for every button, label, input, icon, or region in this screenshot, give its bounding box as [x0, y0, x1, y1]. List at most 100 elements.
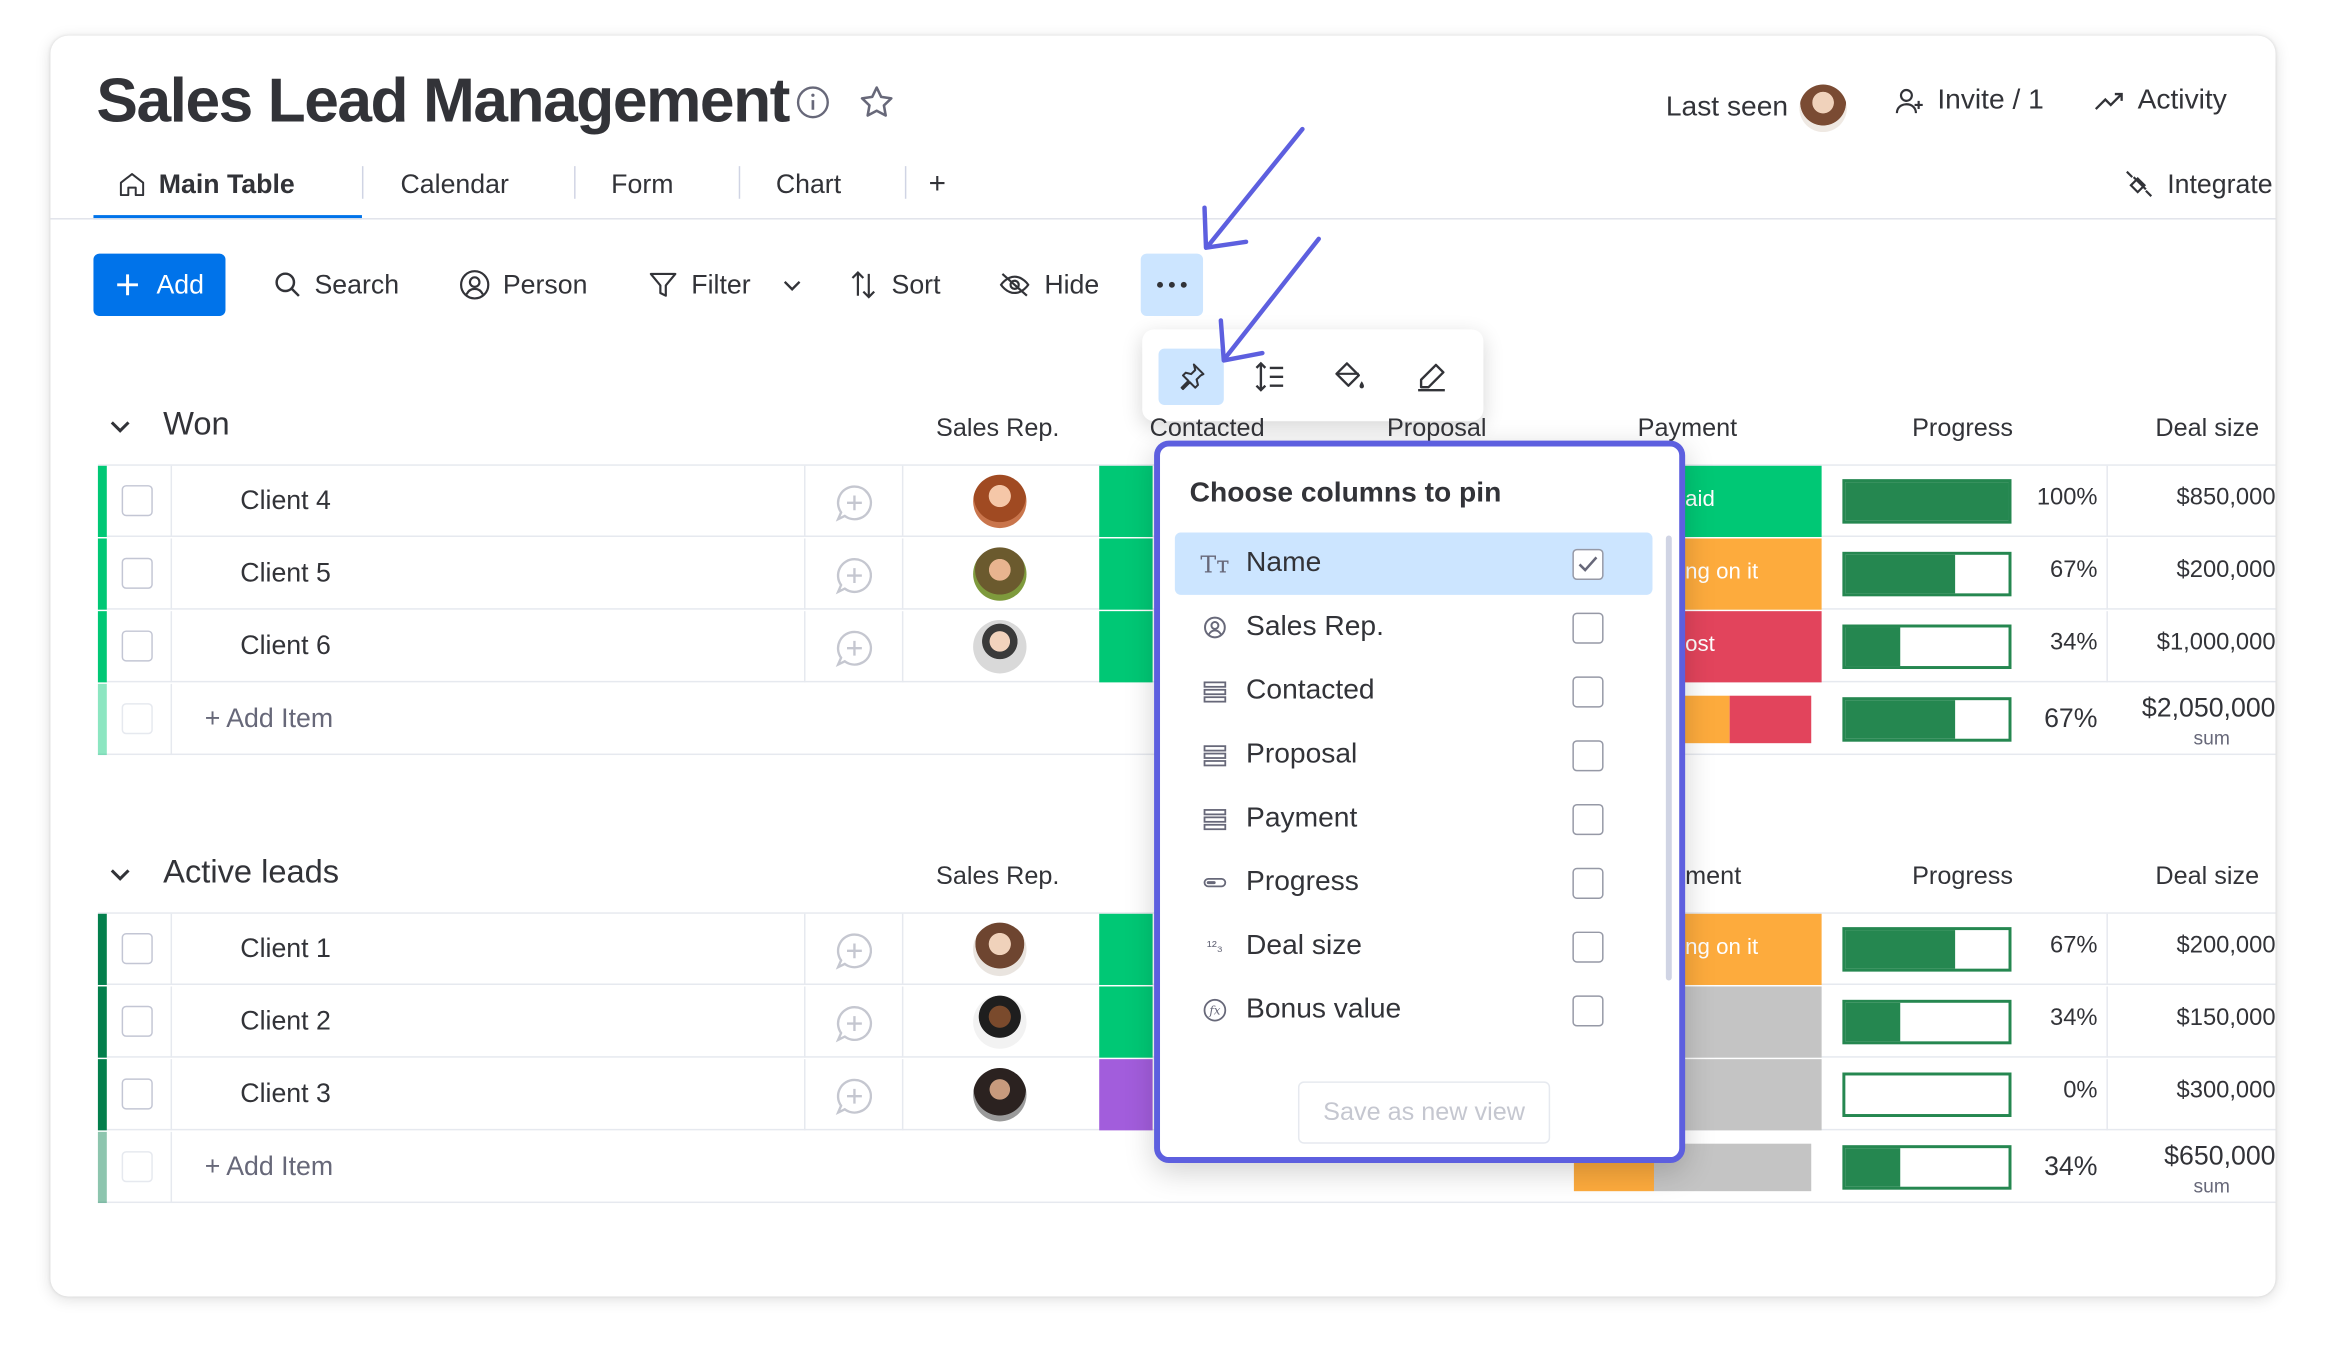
tab-main-table[interactable]: Main Table: [117, 148, 295, 219]
column-header-sales-rep[interactable]: Sales Rep.: [936, 414, 1059, 444]
row-checkbox[interactable]: [121, 1078, 153, 1110]
item-name[interactable]: Client 6: [240, 630, 331, 661]
person-filter-button[interactable]: Person: [458, 254, 587, 316]
search-button[interactable]: Search: [273, 254, 399, 316]
payment-status[interactable]: ng on it: [1682, 913, 1822, 985]
add-update-icon[interactable]: [835, 1077, 874, 1116]
item-name[interactable]: Client 3: [240, 1078, 331, 1109]
tab-chart[interactable]: Chart: [776, 148, 841, 219]
contacted-status[interactable]: [1099, 538, 1153, 610]
add-item-input[interactable]: + Add Item: [205, 1151, 333, 1182]
more-options-button[interactable]: [1140, 253, 1204, 316]
star-icon[interactable]: [857, 83, 896, 129]
group-title-active-leads[interactable]: Active leads: [163, 853, 339, 892]
item-name[interactable]: Client 2: [240, 1006, 331, 1037]
avatar[interactable]: [973, 547, 1027, 601]
contacted-status[interactable]: [1099, 611, 1153, 683]
column-header-progress[interactable]: Progress: [1912, 414, 2013, 444]
pin-option-deal-size[interactable]: ¹²₃ Deal size: [1175, 915, 1653, 977]
column-header-deal-size[interactable]: Deal size: [2155, 414, 2259, 444]
deal-size-value[interactable]: $850,000: [2109, 485, 2276, 512]
row-checkbox[interactable]: [121, 630, 153, 662]
add-update-icon[interactable]: [835, 484, 874, 523]
integrate-button[interactable]: Integrate: [2123, 148, 2273, 219]
column-header-payment[interactable]: Payment: [1638, 414, 1738, 444]
pin-checkbox[interactable]: [1572, 740, 1604, 772]
invite-button[interactable]: Invite / 1: [1893, 85, 2044, 118]
payment-status[interactable]: aid: [1682, 465, 1822, 537]
deal-size-value[interactable]: $150,000: [2109, 1006, 2276, 1033]
avatar[interactable]: [973, 474, 1027, 529]
tab-calendar[interactable]: Calendar: [401, 148, 509, 219]
add-view-button[interactable]: +: [929, 148, 946, 219]
column-header-progress[interactable]: Progress: [1912, 862, 2013, 892]
last-seen[interactable]: Last seen: [1666, 84, 1848, 133]
filter-button[interactable]: Filter: [647, 254, 804, 316]
hide-button[interactable]: Hide: [997, 254, 1099, 316]
avatar[interactable]: [973, 995, 1027, 1049]
row-checkbox[interactable]: [121, 1005, 153, 1037]
pin-checkbox[interactable]: [1572, 548, 1604, 581]
deal-size-value[interactable]: $1,000,000: [2109, 630, 2276, 657]
collapse-chevron-icon[interactable]: [107, 860, 134, 887]
row-checkbox[interactable]: [121, 933, 153, 965]
contacted-status[interactable]: [1099, 465, 1153, 537]
pin-checkbox[interactable]: [1572, 676, 1604, 708]
tab-form[interactable]: Form: [611, 148, 673, 219]
save-as-new-view-button[interactable]: Save as new view: [1297, 1081, 1551, 1144]
deal-size-value[interactable]: $200,000: [2109, 933, 2276, 960]
column-header-proposal[interactable]: Proposal: [1387, 414, 1487, 444]
pin-option-sales-rep[interactable]: Sales Rep.: [1175, 596, 1653, 658]
column-header-payment[interactable]: ment: [1685, 862, 1741, 892]
payment-status[interactable]: ost: [1682, 611, 1822, 683]
contacted-status[interactable]: [1099, 986, 1153, 1058]
sort-button[interactable]: Sort: [847, 254, 940, 316]
pin-checkbox[interactable]: [1572, 931, 1604, 963]
item-name[interactable]: Client 1: [240, 933, 331, 964]
deal-size-value[interactable]: $300,000: [2109, 1078, 2276, 1105]
column-header-contacted[interactable]: Contacted: [1150, 414, 1265, 444]
activity-button[interactable]: Activity: [2093, 85, 2227, 118]
dropdown-scrollbar[interactable]: [1665, 535, 1672, 981]
add-item-input[interactable]: + Add Item: [205, 703, 333, 734]
contacted-status[interactable]: [1099, 913, 1153, 985]
avatar[interactable]: [973, 922, 1027, 977]
payment-status[interactable]: ng on it: [1682, 538, 1822, 610]
row-checkbox[interactable]: [121, 557, 153, 589]
edit-button[interactable]: [1399, 349, 1464, 405]
person-plus-icon: [1895, 88, 1923, 114]
add-update-icon[interactable]: [835, 556, 874, 595]
group-title-won[interactable]: Won: [163, 405, 230, 444]
chevron-down-icon[interactable]: [780, 273, 804, 297]
column-header-deal-size[interactable]: Deal size: [2155, 862, 2259, 892]
pin-checkbox[interactable]: [1572, 804, 1604, 836]
pin-checkbox[interactable]: [1572, 612, 1604, 644]
avatar[interactable]: [973, 620, 1027, 674]
add-update-icon[interactable]: [835, 629, 874, 668]
collapse-chevron-icon[interactable]: [107, 412, 134, 439]
item-name[interactable]: Client 4: [240, 485, 331, 516]
pin-option-bonus-value[interactable]: fx Bonus value: [1175, 979, 1653, 1041]
pin-option-contacted[interactable]: Contacted: [1175, 660, 1653, 722]
deal-size-value[interactable]: $200,000: [2109, 558, 2276, 585]
pin-checkbox[interactable]: [1572, 995, 1604, 1027]
add-update-icon[interactable]: [835, 1004, 874, 1043]
add-update-icon[interactable]: [835, 932, 874, 971]
avatar[interactable]: [973, 1068, 1027, 1122]
payment-status[interactable]: [1682, 1059, 1822, 1131]
pin-option-name[interactable]: Tт Name: [1174, 532, 1653, 595]
pin-option-payment[interactable]: Payment: [1175, 788, 1653, 850]
color-button[interactable]: [1317, 349, 1382, 405]
pin-columns-button[interactable]: [1158, 348, 1224, 405]
payment-status[interactable]: [1682, 986, 1822, 1058]
add-button[interactable]: Add: [93, 253, 226, 316]
item-name[interactable]: Client 5: [240, 558, 331, 589]
contacted-status[interactable]: [1099, 1059, 1153, 1131]
column-header-sales-rep[interactable]: Sales Rep.: [936, 862, 1059, 892]
row-height-button[interactable]: [1237, 349, 1302, 405]
pin-option-progress[interactable]: Progress: [1175, 851, 1653, 913]
info-icon[interactable]: [795, 85, 831, 128]
pin-checkbox[interactable]: [1572, 867, 1604, 899]
row-checkbox[interactable]: [121, 485, 153, 517]
pin-option-proposal[interactable]: Proposal: [1175, 724, 1653, 786]
